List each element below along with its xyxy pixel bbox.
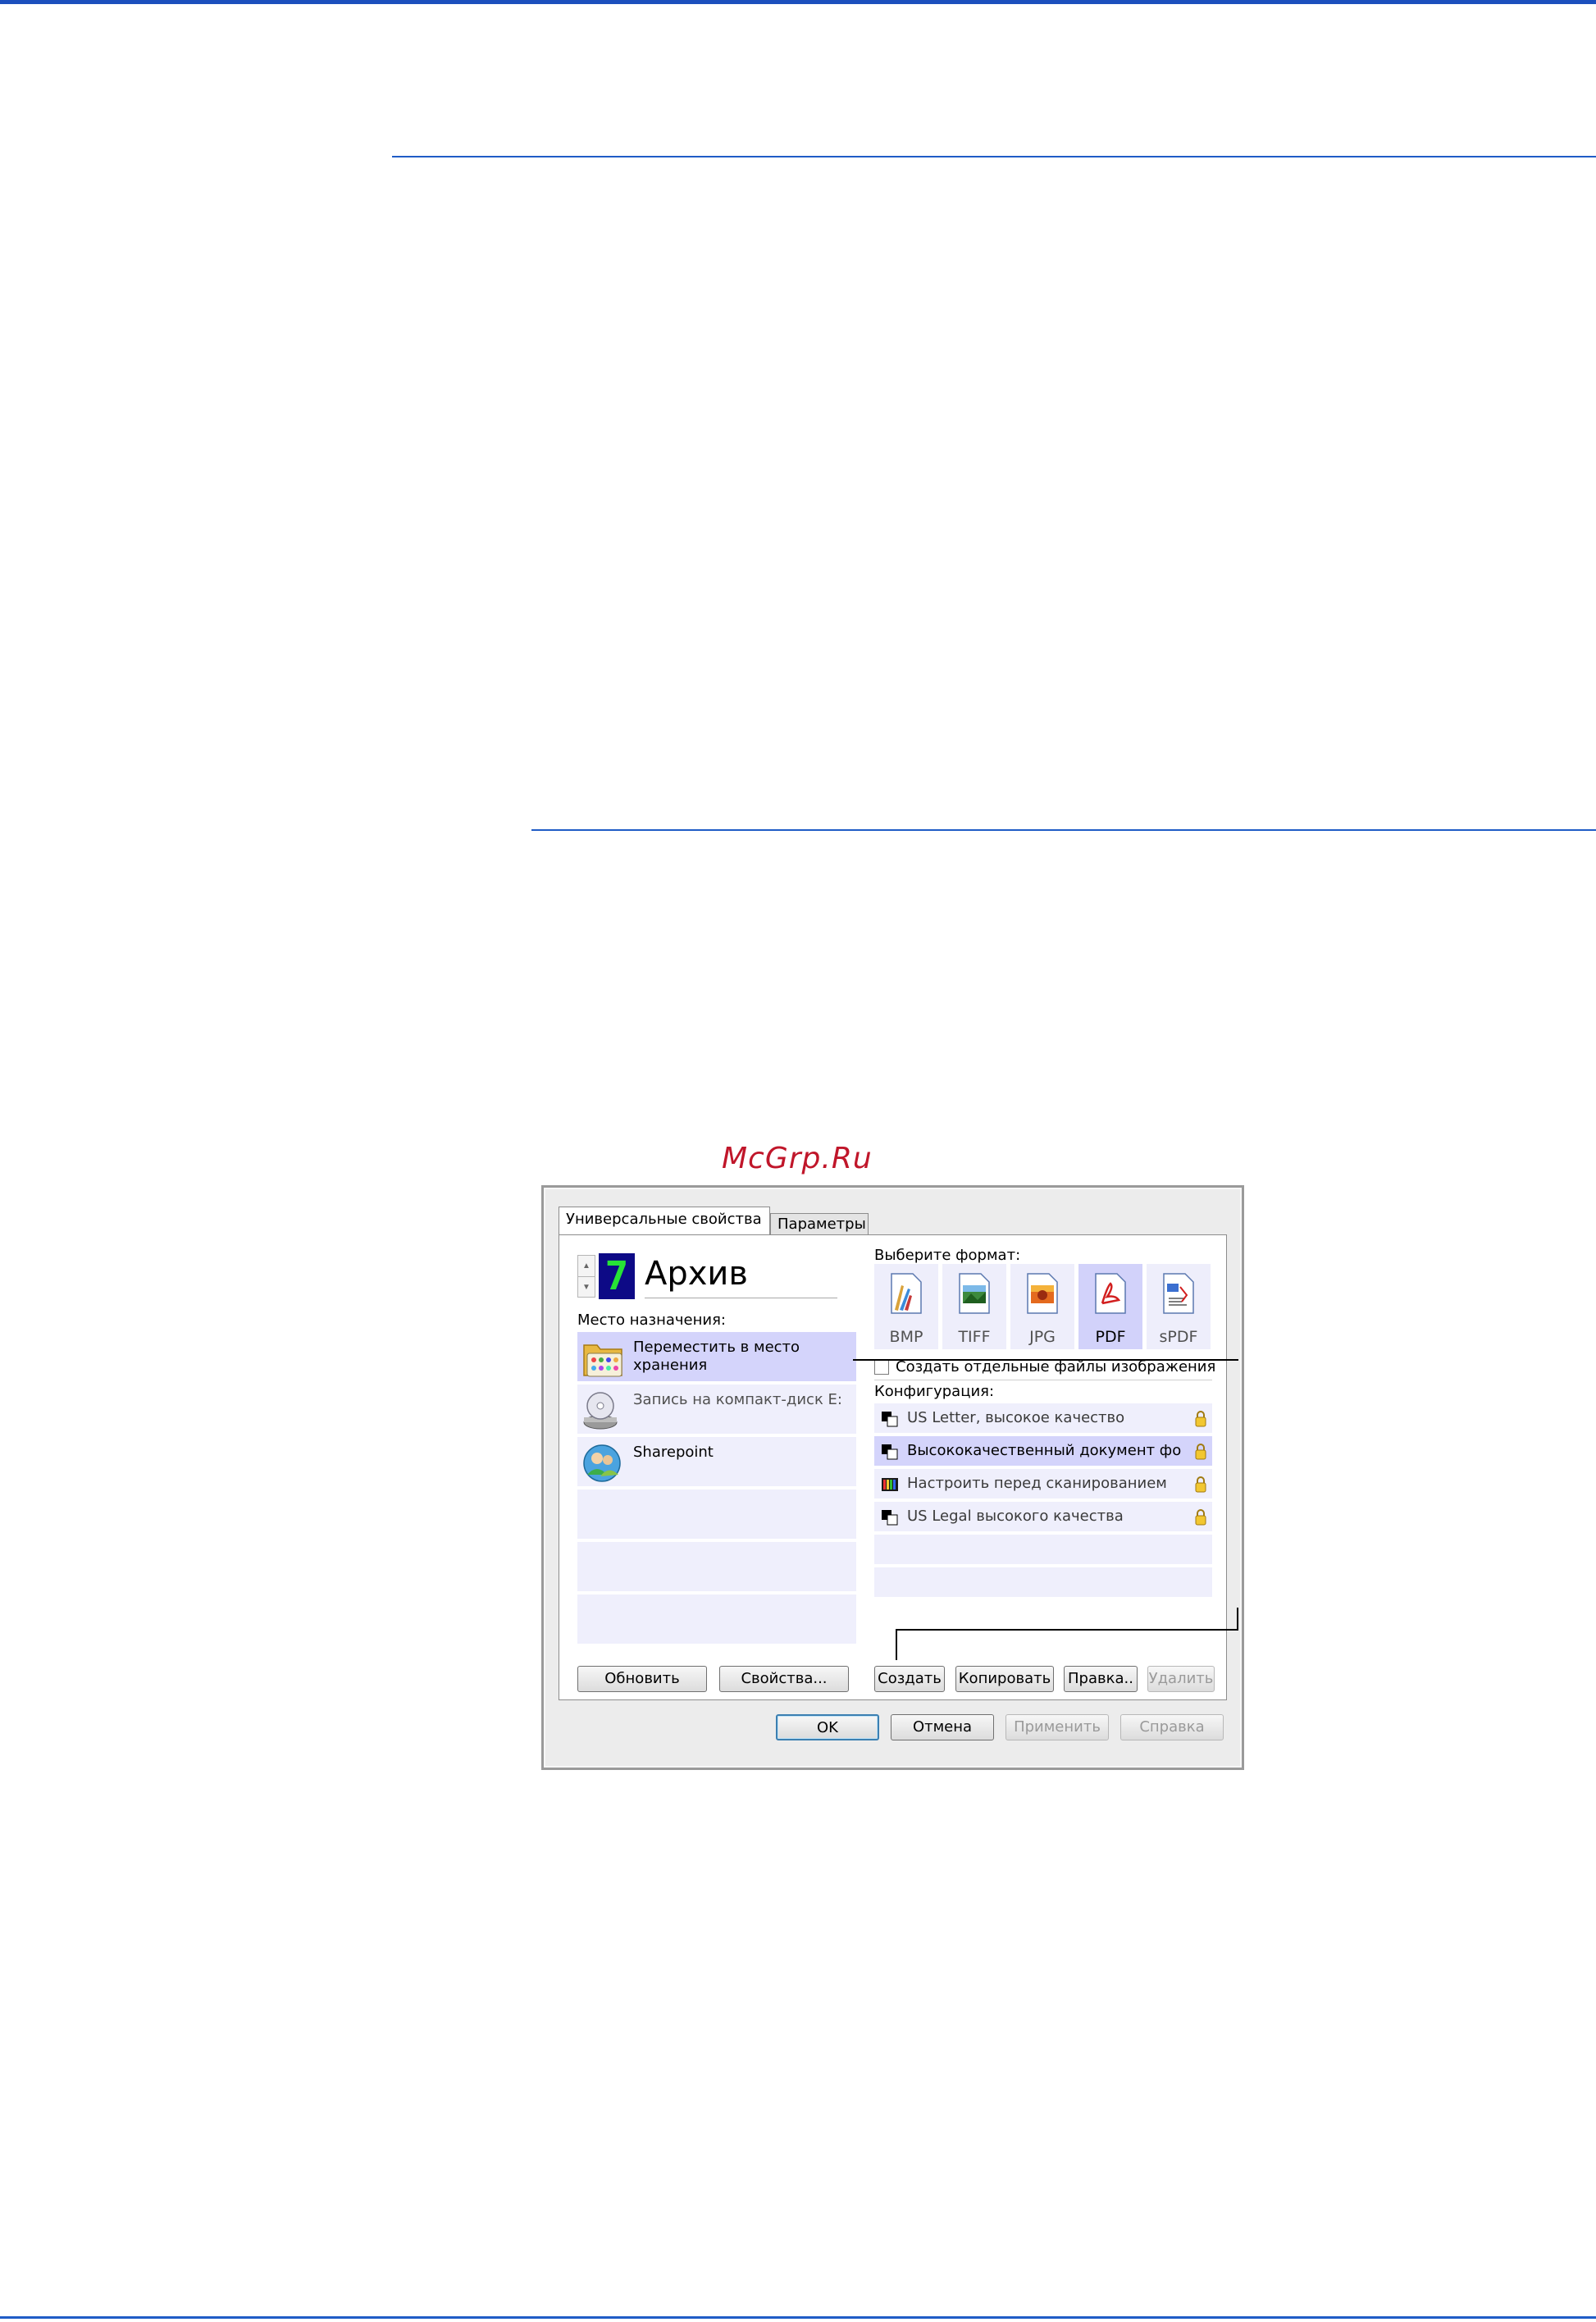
format-selector: BMP TIFF JPG PDF sPDF [874,1264,1212,1349]
callout-line-create [896,1629,1238,1631]
delete-button[interactable]: Удалить [1147,1666,1215,1692]
color-document-icon [882,1478,898,1491]
separate-files-label: Создать отдельные файлы изображения [896,1358,1216,1375]
spdf-file-icon [1163,1273,1194,1314]
callout-line-destination [853,1359,1238,1361]
configuration-item[interactable]: US Legal высокого качества [874,1502,1212,1533]
folder-storage-icon [581,1337,627,1380]
bmp-file-icon [891,1273,922,1314]
profile-number: 7 [599,1253,635,1299]
sharepoint-users-icon [581,1442,627,1485]
properties-button[interactable]: Свойства... [719,1666,849,1692]
configuration-item[interactable]: US Letter, высокое качество [874,1403,1212,1435]
destination-item-sharepoint[interactable]: Sharepoint [577,1437,856,1488]
format-label: Выберите формат: [874,1247,1021,1264]
callout-line-create-drop [896,1629,897,1660]
apply-button[interactable]: Применить [1005,1714,1109,1740]
format-name: sPDF [1159,1328,1198,1346]
configuration-empty-row [874,1535,1212,1566]
bottom-rule [0,2316,1596,2319]
section-rule-1 [392,156,1596,157]
destination-empty-row [577,1542,856,1593]
spinner-down-icon[interactable]: ▼ [578,1276,595,1298]
destination-list: Переместить в место хранения Запись на к… [577,1332,856,1662]
destination-empty-row [577,1594,856,1645]
section-rule-2 [531,829,1596,831]
cd-burner-icon [581,1389,627,1432]
pdf-file-icon [1095,1273,1126,1314]
format-pdf[interactable]: PDF [1078,1264,1142,1349]
lock-icon [1195,1411,1206,1427]
edit-button[interactable]: Правка.. [1064,1666,1138,1692]
configuration-label: Конфигурация: [874,1383,995,1400]
destination-item-cd[interactable]: Запись на компакт-диск E: [577,1385,856,1435]
configuration-item-label: Настроить перед сканированием [907,1475,1167,1492]
destination-label: Место назначения: [577,1312,726,1329]
destination-item-storage[interactable]: Переместить в место хранения [577,1332,856,1383]
format-name: BMP [889,1328,923,1346]
destination-item-label: Запись на компакт-диск E: [633,1391,842,1408]
configuration-item-label: US Legal высокого качества [907,1508,1124,1525]
copy-button[interactable]: Копировать [955,1666,1054,1692]
help-button[interactable]: Справка [1120,1714,1224,1740]
separate-files-checkbox[interactable] [874,1360,889,1375]
bw-document-icon [882,1412,898,1427]
format-jpg[interactable]: JPG [1010,1264,1074,1349]
configuration-list: US Letter, высокое качество Высококачест… [874,1403,1212,1608]
watermark: McGrp.Ru [722,1142,873,1175]
format-name: TIFF [958,1328,991,1346]
destination-item-label: Переместить в место хранения [633,1339,800,1374]
spinner-up-icon[interactable]: ▲ [578,1256,595,1276]
callout-line-right [1237,1608,1238,1631]
configuration-item-label: US Letter, высокое качество [907,1409,1125,1426]
destination-item-label: Sharepoint [633,1444,714,1461]
format-spdf[interactable]: sPDF [1147,1264,1211,1349]
tab-universal-properties[interactable]: Универсальные свойства [559,1207,770,1234]
configuration-item[interactable]: Высококачественный документ фор... [874,1436,1212,1467]
destination-empty-row [577,1489,856,1540]
top-rule [0,0,1596,4]
format-tiff[interactable]: TIFF [942,1264,1006,1349]
properties-dialog: Универсальные свойства Параметры ▲ ▼ 7 А… [541,1185,1244,1770]
format-name: PDF [1095,1328,1126,1346]
profile-name-field[interactable]: Архив [645,1252,837,1298]
tab-parameters[interactable]: Параметры [770,1213,869,1234]
lock-icon [1195,1509,1206,1526]
tiff-file-icon [959,1273,990,1314]
create-button[interactable]: Создать [874,1666,945,1692]
configuration-item-label: Высококачественный документ фор... [907,1442,1182,1459]
jpg-file-icon [1027,1273,1058,1314]
configuration-empty-row [874,1567,1212,1599]
configuration-item[interactable]: Настроить перед сканированием [874,1469,1212,1500]
format-bmp[interactable]: BMP [874,1264,938,1349]
lock-icon [1195,1444,1206,1460]
format-name: JPG [1029,1328,1056,1346]
cancel-button[interactable]: Отмена [891,1714,994,1740]
lock-icon [1195,1476,1206,1493]
profile-spinner[interactable]: ▲ ▼ [577,1255,595,1298]
refresh-button[interactable]: Обновить [577,1666,707,1692]
bw-document-icon [882,1510,898,1526]
ok-button[interactable]: OK [776,1714,879,1740]
bw-document-icon [882,1444,898,1460]
